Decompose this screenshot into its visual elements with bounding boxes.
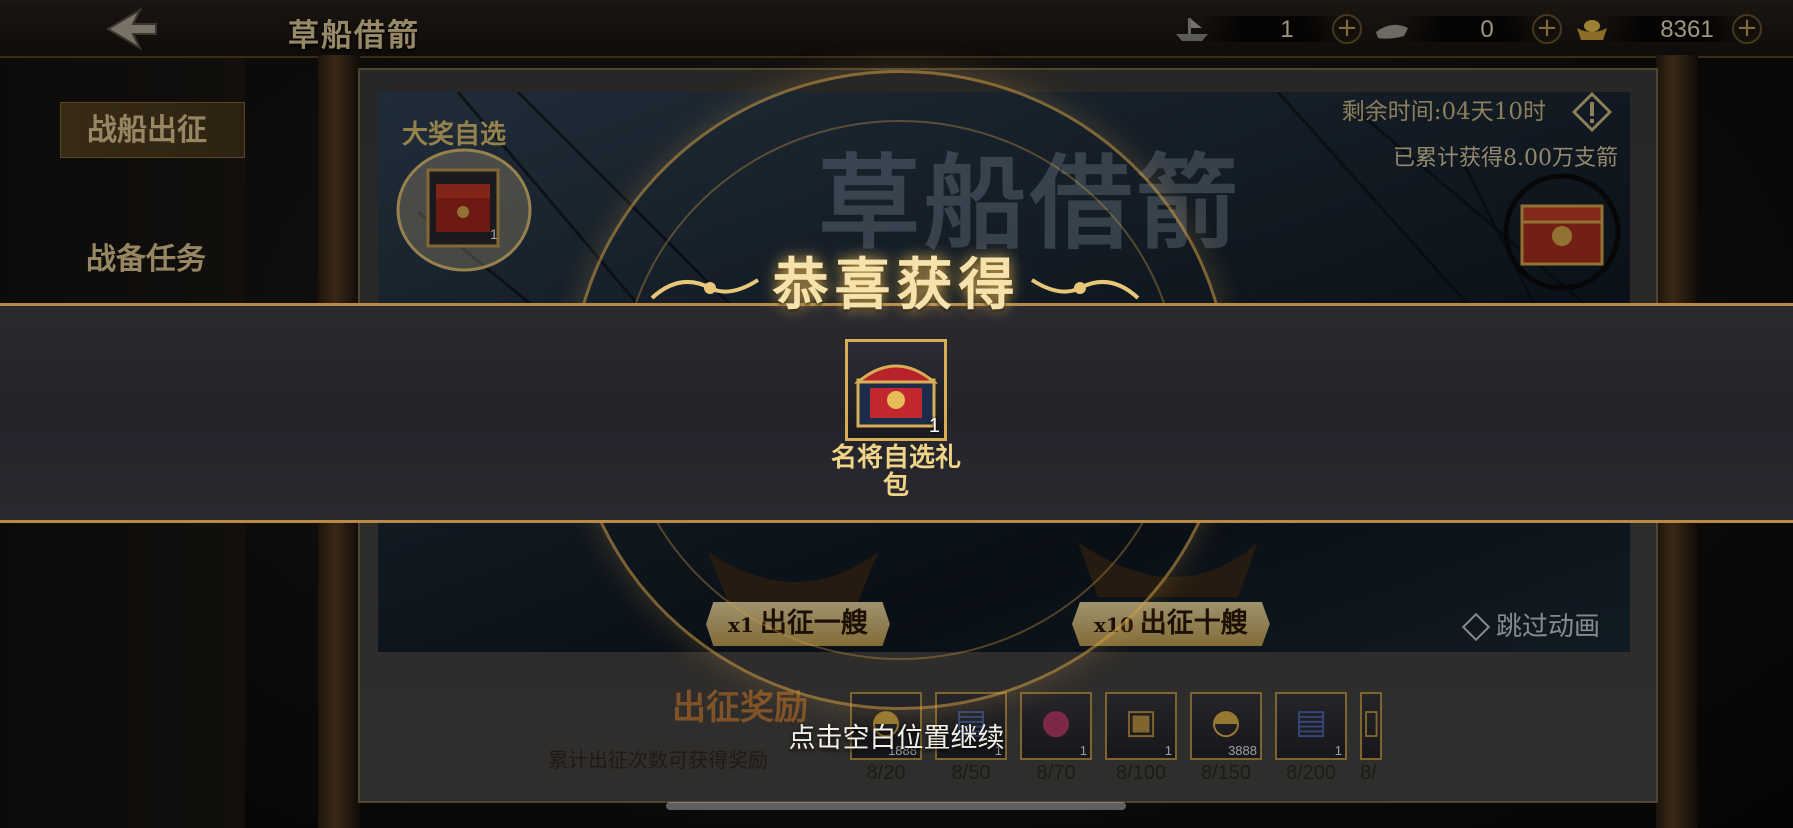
- obtained-item-count: 1: [928, 415, 940, 437]
- obtained-item-name: 名将自选礼包: [830, 443, 961, 501]
- continue-hint[interactable]: 点击空白位置继续: [0, 716, 1793, 755]
- obtained-item[interactable]: 1: [845, 339, 947, 441]
- popup-title: 恭喜获得: [772, 252, 1021, 318]
- home-indicator[interactable]: [666, 802, 1126, 810]
